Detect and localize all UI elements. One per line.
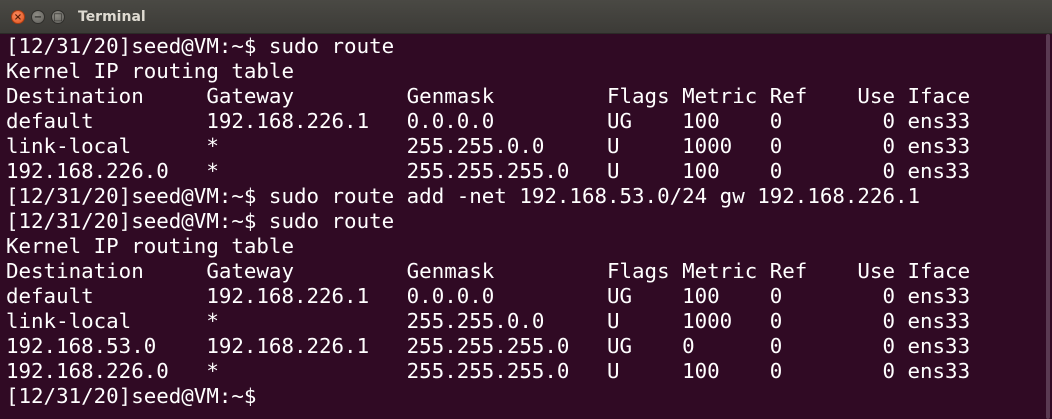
minimize-icon[interactable]: −: [31, 10, 45, 24]
window-title: Terminal: [78, 9, 146, 25]
terminal-line-prompt: [12/31/20]seed@VM:~$ sudo route: [6, 34, 395, 58]
routing-table-row: link-local * 255.255.0.0 U 1000 0 0 ens3…: [6, 134, 971, 158]
routing-table-header: Destination Gateway Genmask Flags Metric…: [6, 259, 971, 283]
routing-table-header: Destination Gateway Genmask Flags Metric…: [6, 84, 971, 108]
scrollbar-thumb[interactable]: [1046, 34, 1050, 419]
routing-table-row: 192.168.53.0 192.168.226.1 255.255.255.0…: [6, 334, 971, 358]
terminal-output[interactable]: [12/31/20]seed@VM:~$ sudo route Kernel I…: [0, 34, 1042, 419]
routing-table-row: default 192.168.226.1 0.0.0.0 UG 100 0 0…: [6, 109, 971, 133]
terminal-scrollbar[interactable]: [1042, 34, 1052, 419]
routing-table-row: default 192.168.226.1 0.0.0.0 UG 100 0 0…: [6, 284, 971, 308]
title-bar[interactable]: × − □ Terminal: [0, 0, 1052, 34]
routing-table-row: 192.168.226.0 * 255.255.255.0 U 100 0 0 …: [6, 159, 971, 183]
terminal-line-prompt: [12/31/20]seed@VM:~$ sudo route add -net…: [6, 184, 921, 208]
terminal-line: Kernel IP routing table: [6, 59, 294, 83]
routing-table-row: 192.168.226.0 * 255.255.255.0 U 100 0 0 …: [6, 359, 971, 383]
routing-table-row: link-local * 255.255.0.0 U 1000 0 0 ens3…: [6, 309, 971, 333]
terminal-line-prompt: [12/31/20]seed@VM:~$ sudo route: [6, 209, 395, 233]
terminal-window: × − □ Terminal [12/31/20]seed@VM:~$ sudo…: [0, 0, 1052, 419]
terminal-line: Kernel IP routing table: [6, 234, 294, 258]
close-icon[interactable]: ×: [11, 10, 25, 24]
maximize-icon[interactable]: □: [51, 10, 65, 24]
terminal-current-prompt[interactable]: [12/31/20]seed@VM:~$: [6, 384, 1042, 409]
